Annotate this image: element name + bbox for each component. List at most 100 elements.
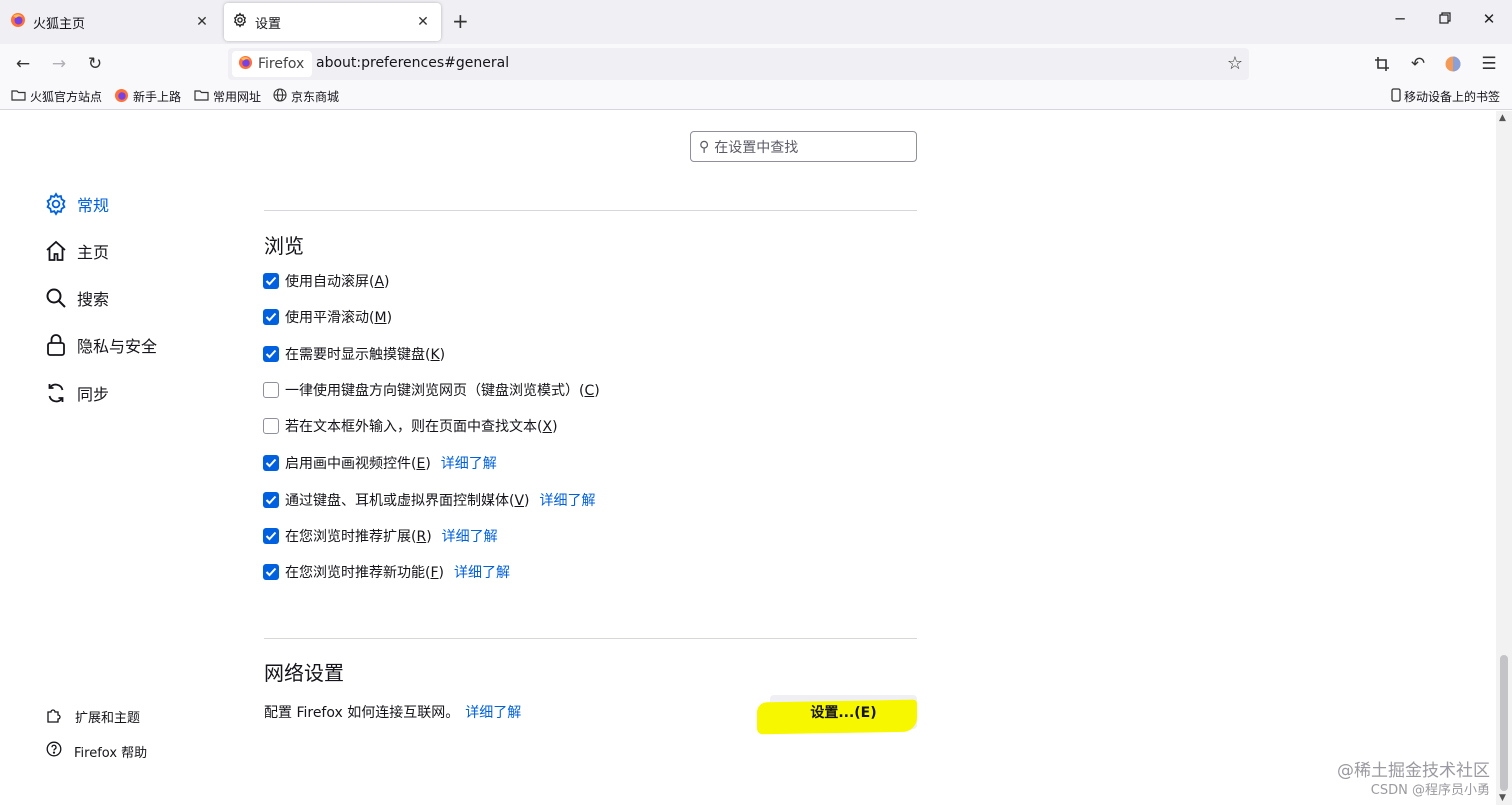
- close-tab-icon[interactable]: ✕: [411, 14, 435, 30]
- category-label: 主页: [77, 243, 110, 262]
- scrollbar-thumb[interactable]: [1500, 655, 1508, 791]
- option-label: 在需要时显示触摸键盘(K): [285, 347, 446, 363]
- tab-settings[interactable]: 设置 ✕: [224, 3, 441, 41]
- section-divider: [264, 638, 917, 639]
- category-sync[interactable]: 同步: [44, 381, 109, 405]
- search-icon: [44, 286, 68, 310]
- category-label: 隐私与安全: [77, 337, 158, 356]
- bookmark-item[interactable]: 火狐官方站点: [11, 88, 102, 105]
- preferences-page: ⚲ 在设置中查找 常规 主页 搜索 隐私与安全 同步 扩展和主题 Firefox…: [0, 111, 1496, 805]
- restore-icon[interactable]: [1435, 10, 1455, 28]
- bookmarks-toolbar: 火狐官方站点 新手上路 常用网址 京东商城 移动设备上的书签: [0, 84, 1512, 110]
- browsing-option-row[interactable]: 在您浏览时推荐扩展(R) 详细了解: [263, 527, 498, 545]
- reload-icon[interactable]: ↻: [83, 52, 107, 76]
- bookmark-label: 新手上路: [133, 90, 182, 104]
- browsing-option-row[interactable]: 使用自动滚屏(A): [263, 272, 390, 290]
- option-label: 启用画中画视频控件(E): [285, 456, 431, 472]
- category-home[interactable]: 主页: [44, 239, 109, 263]
- firefox-logo-icon: [10, 12, 26, 32]
- watermark-line: @稀土掘金技术社区: [1337, 761, 1490, 781]
- navigation-toolbar: ← → ↻ Firefox about:preferences#general …: [0, 44, 1512, 84]
- browsing-option-row[interactable]: 在您浏览时推荐新功能(F) 详细了解: [263, 563, 510, 581]
- option-label: 使用平滑滚动(M): [285, 310, 393, 326]
- bookmark-label: 火狐官方站点: [30, 90, 103, 104]
- scroll-up-arrow-icon[interactable]: ▲: [1499, 113, 1506, 123]
- browser-window: 火狐主页 ✕ 设置 ✕ + ─ ✕ ← → ↻ Firefox about:pr…: [0, 0, 1512, 805]
- browsing-heading: 浏览: [264, 234, 304, 258]
- browsing-option-row[interactable]: 使用平滑滚动(M): [263, 308, 392, 326]
- checkbox-unchecked[interactable]: [263, 418, 279, 434]
- firefox-logo-icon: [114, 88, 129, 106]
- footer-label: Firefox 帮助: [74, 745, 148, 761]
- checkbox-unchecked[interactable]: [263, 382, 279, 398]
- forward-arrow-icon[interactable]: →: [47, 52, 71, 76]
- bookmark-item[interactable]: 新手上路: [114, 88, 181, 105]
- category-label: 搜索: [77, 290, 110, 309]
- url-text[interactable]: about:preferences#general: [316, 55, 509, 71]
- bookmark-label: 京东商城: [291, 90, 340, 104]
- identity-box[interactable]: Firefox: [232, 51, 313, 77]
- url-bar[interactable]: Firefox about:preferences#general ☆: [228, 48, 1249, 80]
- browsing-option-row[interactable]: 通过键盘、耳机或虚拟界面控制媒体(V) 详细了解: [263, 491, 596, 509]
- category-privacy[interactable]: 隐私与安全: [44, 333, 157, 357]
- access-key: R: [416, 529, 427, 545]
- search-icon: ⚲: [699, 138, 710, 155]
- bookmark-item[interactable]: 常用网址: [194, 88, 261, 105]
- access-key: C: [584, 383, 595, 399]
- tab-label: 设置: [255, 16, 282, 32]
- learn-more-link[interactable]: 详细了解: [441, 453, 497, 473]
- tab-firefox-home[interactable]: 火狐主页 ✕: [0, 0, 220, 44]
- watermark: @稀土掘金技术社区 CSDN @程序员小勇: [1337, 761, 1490, 801]
- undo-arrow-icon[interactable]: ↶: [1406, 52, 1430, 76]
- globe-icon: [273, 88, 287, 105]
- account-avatar-icon[interactable]: [1441, 52, 1465, 76]
- browsing-option-row[interactable]: 若在文本框外输入，则在页面中查找文本(X): [263, 417, 558, 435]
- checkbox-checked[interactable]: [263, 564, 279, 580]
- access-key: K: [430, 347, 440, 363]
- bookmark-star-icon[interactable]: ☆: [1227, 53, 1243, 74]
- minimize-icon[interactable]: ─: [1390, 10, 1410, 28]
- browsing-option-row[interactable]: 启用画中画视频控件(E) 详细了解: [263, 454, 497, 472]
- category-general[interactable]: 常规: [44, 192, 109, 216]
- mobile-bookmarks[interactable]: 移动设备上的书签: [1391, 88, 1500, 105]
- checkbox-checked[interactable]: [263, 528, 279, 544]
- category-search[interactable]: 搜索: [44, 286, 109, 310]
- option-label: 一律使用键盘方向键浏览网页（键盘浏览模式）(C): [285, 383, 600, 399]
- learn-more-link[interactable]: 详细了解: [454, 562, 510, 582]
- checkbox-checked[interactable]: [263, 492, 279, 508]
- close-window-icon[interactable]: ✕: [1479, 10, 1499, 28]
- sync-icon: [44, 381, 68, 405]
- browsing-option-row[interactable]: 在需要时显示触摸键盘(K): [263, 345, 445, 363]
- screenshot-crop-icon[interactable]: [1370, 52, 1394, 76]
- extensions-themes-link[interactable]: 扩展和主题: [46, 706, 140, 727]
- access-key: V: [514, 493, 525, 509]
- vertical-scrollbar[interactable]: ▲ ▼: [1496, 111, 1512, 805]
- network-learn-more-link[interactable]: 详细了解: [465, 702, 521, 722]
- back-arrow-icon[interactable]: ←: [11, 52, 35, 76]
- access-key: F: [430, 565, 439, 581]
- checkbox-checked[interactable]: [263, 273, 279, 289]
- folder-icon: [194, 89, 209, 104]
- access-key: X: [542, 419, 553, 435]
- gear-icon: [232, 12, 248, 32]
- access-key: A: [374, 274, 385, 290]
- new-tab-button[interactable]: +: [452, 9, 469, 33]
- checkbox-checked[interactable]: [263, 309, 279, 325]
- section-divider: [264, 210, 917, 211]
- network-settings-button-label[interactable]: 设置...(E): [770, 695, 917, 729]
- close-tab-icon[interactable]: ✕: [190, 14, 214, 30]
- puzzle-icon: [46, 706, 63, 727]
- learn-more-link[interactable]: 详细了解: [540, 490, 596, 510]
- hamburger-menu-icon[interactable]: ☰: [1477, 52, 1501, 76]
- network-description: 配置 Firefox 如何连接互联网。: [264, 705, 460, 721]
- browsing-option-row[interactable]: 一律使用键盘方向键浏览网页（键盘浏览模式）(C): [263, 381, 600, 399]
- checkbox-checked[interactable]: [263, 346, 279, 362]
- settings-search-input[interactable]: ⚲ 在设置中查找: [690, 131, 917, 162]
- bookmark-item[interactable]: 京东商城: [273, 88, 339, 105]
- option-label: 使用自动滚屏(A): [285, 274, 390, 290]
- learn-more-link[interactable]: 详细了解: [442, 526, 498, 546]
- firefox-help-link[interactable]: Firefox 帮助: [46, 741, 147, 761]
- checkbox-checked[interactable]: [263, 455, 279, 471]
- option-label: 在您浏览时推荐新功能(F): [285, 565, 444, 581]
- scroll-down-arrow-icon[interactable]: ▼: [1499, 793, 1506, 803]
